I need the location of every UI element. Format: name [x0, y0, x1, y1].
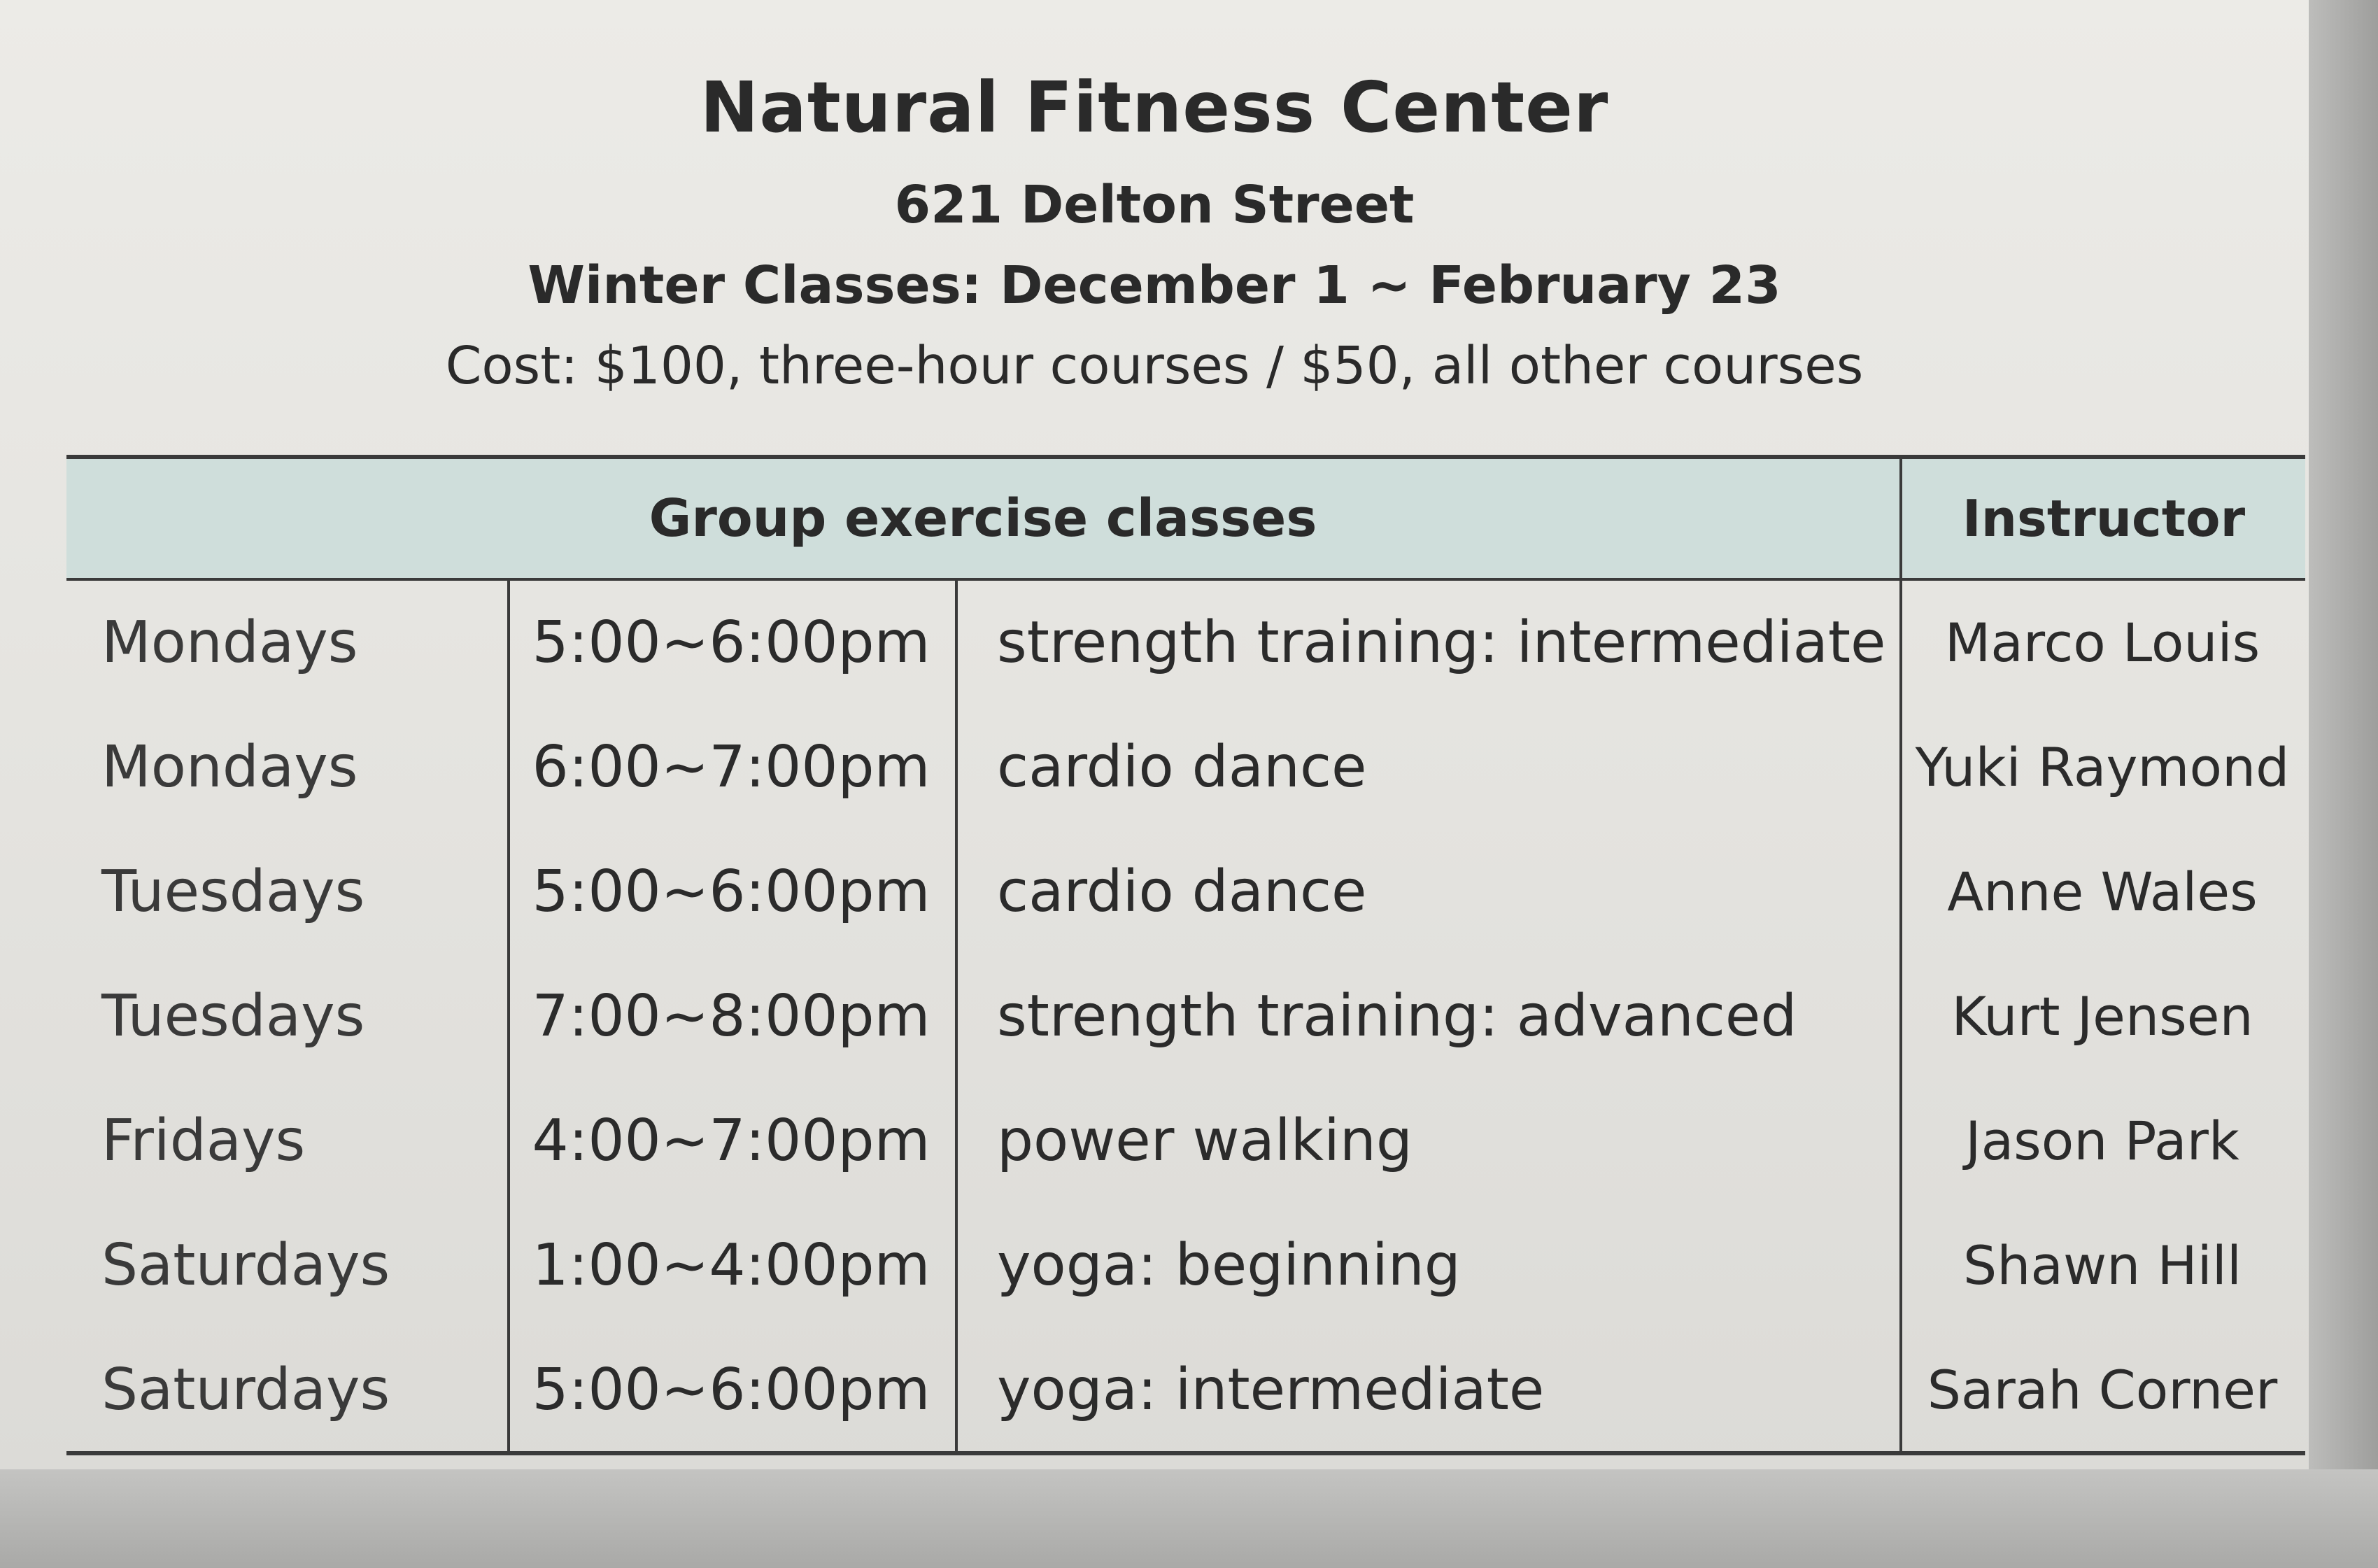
- table-row: Saturdays 5:00~6:00pm yoga: intermediate…: [66, 1328, 2305, 1453]
- time-cell: 1:00~4:00pm: [532, 1232, 930, 1299]
- instructor-cell: Jason Park: [1965, 1110, 2239, 1172]
- day-cell: Fridays: [101, 1108, 306, 1174]
- instructor-cell: Sarah Corner: [1927, 1359, 2278, 1421]
- header-instructor: Instructor: [1899, 459, 2305, 578]
- day-cell: Mondays: [101, 734, 358, 800]
- class-cell: power walking: [997, 1108, 1413, 1174]
- table-row: Tuesdays 5:00~6:00pm cardio dance Anne W…: [66, 830, 2305, 954]
- class-cell: yoga: beginning: [997, 1232, 1461, 1299]
- time-cell: 7:00~8:00pm: [532, 983, 930, 1050]
- day-cell: Saturdays: [101, 1232, 390, 1299]
- class-cell: cardio dance: [997, 734, 1367, 800]
- time-cell: 5:00~6:00pm: [532, 1357, 930, 1423]
- class-cell: yoga: intermediate: [997, 1357, 1545, 1423]
- class-cell: strength training: advanced: [997, 983, 1797, 1050]
- instructor-cell: Yuki Raymond: [1915, 736, 2290, 798]
- table-body: Mondays 5:00~6:00pm strength training: i…: [66, 581, 2305, 1455]
- table-row: Mondays 5:00~6:00pm strength training: i…: [66, 581, 2305, 705]
- day-cell: Mondays: [101, 609, 358, 676]
- page-bottom-edge: [0, 1469, 2378, 1568]
- class-cell: strength training: intermediate: [997, 609, 1885, 676]
- document-page: Natural Fitness Center 621 Delton Street…: [0, 0, 2309, 1469]
- day-cell: Tuesdays: [101, 983, 365, 1050]
- table-row: Fridays 4:00~7:00pm power walking Jason …: [66, 1079, 2305, 1203]
- address-line: 621 Delton Street: [894, 175, 1415, 235]
- table-header: Group exercise classes Instructor: [66, 455, 2305, 581]
- day-cell: Saturdays: [101, 1357, 390, 1423]
- table-row: Mondays 6:00~7:00pm cardio dance Yuki Ra…: [66, 705, 2305, 830]
- header-group-exercise-classes: Group exercise classes: [649, 488, 1317, 549]
- day-cell: Tuesdays: [101, 859, 365, 925]
- instructor-cell: Shawn Hill: [1963, 1234, 2242, 1297]
- class-schedule-table: Group exercise classes Instructor Monday…: [66, 455, 2305, 1455]
- page-title: Natural Fitness Center: [700, 66, 1609, 148]
- instructor-cell: Kurt Jensen: [1951, 985, 2253, 1047]
- time-cell: 4:00~7:00pm: [532, 1108, 930, 1174]
- class-cell: cardio dance: [997, 859, 1367, 925]
- book-spine-edge: [2309, 0, 2378, 1568]
- instructor-cell: Anne Wales: [1947, 861, 2258, 923]
- instructor-cell: Marco Louis: [1944, 612, 2260, 674]
- cost-line: Cost: $100, three-hour courses / $50, al…: [445, 336, 1864, 396]
- time-cell: 5:00~6:00pm: [532, 859, 930, 925]
- time-cell: 5:00~6:00pm: [532, 609, 930, 676]
- class-dates-line: Winter Classes: December 1 ~ February 23: [528, 255, 1781, 316]
- time-cell: 6:00~7:00pm: [532, 734, 930, 800]
- table-row: Tuesdays 7:00~8:00pm strength training: …: [66, 954, 2305, 1079]
- table-row: Saturdays 1:00~4:00pm yoga: beginning Sh…: [66, 1203, 2305, 1328]
